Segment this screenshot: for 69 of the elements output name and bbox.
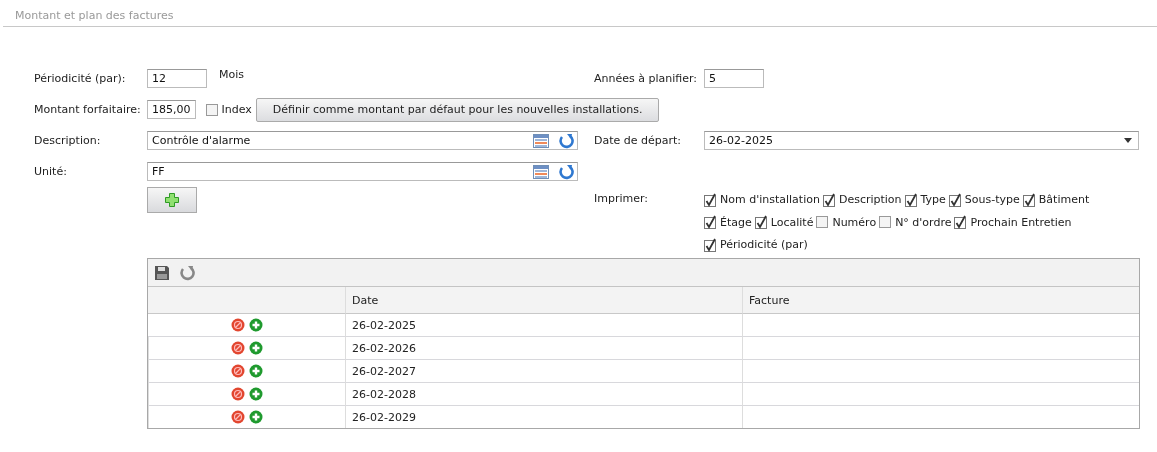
- checkbox[interactable]: [954, 215, 967, 230]
- delete-icon[interactable]: [231, 341, 245, 355]
- refresh-icon[interactable]: [558, 163, 574, 180]
- checkbox[interactable]: [704, 192, 716, 207]
- checkbox-label: Périodicité (par): [720, 238, 808, 252]
- field-label: Imprimer:: [594, 192, 650, 207]
- table-cell: 26-02-2027: [345, 360, 742, 383]
- calendar-icon[interactable]: [533, 133, 549, 148]
- delete-icon[interactable]: [231, 410, 245, 424]
- checkbox[interactable]: [704, 237, 716, 252]
- field-label: Date de départ:: [594, 134, 683, 147]
- date-dropdown[interactable]: 26-02-2025: [704, 131, 1139, 150]
- field-label: Unité:: [34, 165, 68, 178]
- field-label: Description:: [34, 134, 102, 147]
- field-value: Contrôle d'alarme: [152, 134, 251, 147]
- field-value: 26-02-2025: [709, 134, 773, 147]
- checkbox-label: Type: [920, 193, 946, 206]
- column-header[interactable]: Facture: [742, 287, 1139, 314]
- checkbox-label: Prochain Entretien: [970, 215, 1072, 229]
- input-field[interactable]: 5: [704, 69, 764, 88]
- add-button[interactable]: [147, 187, 197, 213]
- checkbox-label: Index: [221, 103, 252, 116]
- checkbox-label: Localité: [770, 215, 814, 229]
- table-cell: 26-02-2029: [345, 406, 742, 428]
- checkbox[interactable]: [904, 192, 917, 207]
- calendar-icon[interactable]: [533, 164, 549, 179]
- section-title: Montant et plan des factures: [15, 9, 174, 22]
- checkbox-label: N° d'ordre: [895, 215, 952, 229]
- field-value: FF: [152, 165, 165, 178]
- column-header[interactable]: Date: [345, 287, 742, 314]
- unit-label: Mois: [219, 68, 244, 81]
- field-label: Périodicité (par):: [34, 72, 127, 85]
- delete-icon[interactable]: [231, 387, 245, 401]
- add-icon[interactable]: [249, 364, 263, 378]
- checkbox-label: Numéro: [832, 215, 877, 229]
- checkbox[interactable]: [948, 192, 961, 207]
- caret-icon: [1124, 138, 1132, 143]
- table-cell: 26-02-2028: [345, 383, 742, 406]
- checkbox[interactable]: [822, 192, 835, 207]
- checkbox-label: Nom d'installation: [720, 193, 820, 206]
- save-icon[interactable]: [154, 264, 170, 281]
- input-field[interactable]: FF: [147, 162, 578, 181]
- input-field[interactable]: Contrôle d'alarme: [147, 131, 578, 150]
- checkbox-label: Bâtiment: [1038, 193, 1090, 206]
- default-amount-button[interactable]: Définir comme montant par défaut pour les nouvelles installations.: [255, 97, 660, 122]
- checkbox[interactable]: [205, 102, 218, 117]
- table-cell: 26-02-2025: [345, 314, 742, 337]
- checkbox-label: Sous-type: [964, 193, 1020, 206]
- checkbox-label: Étage: [720, 215, 752, 229]
- add-icon[interactable]: [248, 318, 263, 332]
- delete-icon[interactable]: [230, 318, 245, 332]
- field-label: Années à planifier:: [594, 72, 698, 85]
- input-field[interactable]: 12: [147, 69, 207, 88]
- checkbox[interactable]: [754, 215, 767, 230]
- checkbox[interactable]: [1022, 192, 1035, 207]
- table-cell: 26-02-2026: [345, 337, 742, 360]
- add-icon[interactable]: [249, 387, 263, 401]
- add-icon[interactable]: [249, 410, 263, 424]
- checkbox[interactable]: [816, 215, 829, 230]
- refresh-icon[interactable]: [179, 264, 195, 281]
- add-icon[interactable]: [249, 341, 263, 355]
- refresh-icon[interactable]: [558, 132, 574, 149]
- checkbox[interactable]: [879, 215, 892, 230]
- checkbox-label: Description: [838, 193, 902, 206]
- plus-icon: [164, 192, 180, 208]
- field-label: Montant forfaitaire:: [34, 103, 142, 116]
- input-field[interactable]: 185,00: [147, 100, 196, 119]
- delete-icon[interactable]: [231, 364, 245, 378]
- checkbox[interactable]: [704, 215, 716, 230]
